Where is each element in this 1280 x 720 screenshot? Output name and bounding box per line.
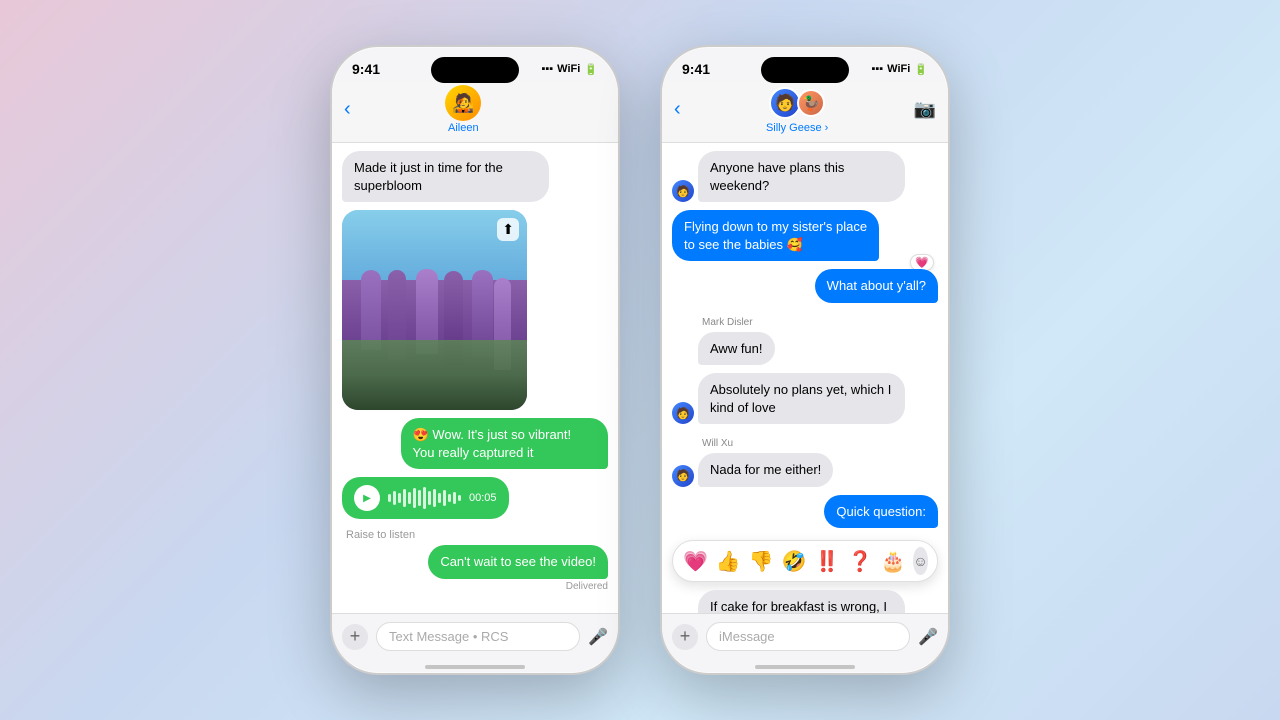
audio-duration: 00:05	[469, 492, 497, 504]
message-row-sent: 😍 Wow. It's just so vibrant! You really …	[342, 418, 608, 469]
share-photo-btn[interactable]: ⬆	[497, 218, 519, 241]
bubble-cake: If cake for breakfast is wrong, I don't …	[698, 590, 905, 613]
reaction-more-btn[interactable]: ☺	[913, 547, 927, 575]
video-call-button[interactable]: 📷	[914, 99, 936, 120]
msg-plans-row: 🧑 Anyone have plans this weekend?	[672, 151, 938, 202]
wifi-icon: WiFi	[557, 63, 580, 75]
play-button[interactable]: ▶	[354, 485, 380, 511]
reaction-haha-btn[interactable]: 🤣	[782, 549, 807, 574]
contact-avatar-1: 🧑‍🎤	[445, 85, 481, 121]
phone-1: 9:41 ▪▪▪ WiFi 🔋 ‹ 🧑‍🎤 Aileen Made it jus…	[330, 45, 620, 675]
reaction-question-btn[interactable]: ❓	[848, 549, 873, 574]
audio-row: ▶ 00:05	[342, 477, 608, 519]
contact-header-1[interactable]: 🧑‍🎤 Aileen	[445, 85, 481, 134]
msg-cake-row: 🧑 If cake for breakfast is wrong, I don'…	[672, 590, 938, 613]
reaction-heart-btn[interactable]: 💗	[683, 549, 708, 574]
battery-icon: 🔋	[584, 63, 598, 76]
msg-quick-row: Quick question:	[672, 495, 938, 529]
group-header[interactable]: 🧑 🦆 Silly Geese ›	[766, 85, 828, 134]
phone-2: 9:41 ▪▪▪ WiFi 🔋 ‹ 🧑 🦆 Silly Geese › 📷 🧑 …	[660, 45, 950, 675]
bubble-nada: Nada for me either!	[698, 453, 833, 487]
group-avatars: 🧑 🦆	[769, 85, 825, 121]
reaction-exclaim-btn[interactable]: ‼️	[815, 549, 840, 574]
plant-1	[361, 270, 381, 350]
nav-bar-2: ‹ 🧑 🦆 Silly Geese › 📷	[662, 81, 948, 143]
msg-aww-row: Aww fun!	[672, 332, 938, 366]
time-2: 9:41	[682, 61, 710, 77]
msg-flying-row: Flying down to my sister's place to see …	[672, 210, 938, 261]
msg-flying-wrapper: Flying down to my sister's place to see …	[672, 210, 938, 261]
reaction-cake-btn[interactable]: 🎂	[880, 549, 905, 574]
dynamic-island-2	[761, 57, 849, 83]
msg-nada-row: 🧑 Nada for me either!	[672, 453, 938, 487]
mic-icon-2[interactable]: 🎤	[918, 627, 938, 647]
audio-bubble[interactable]: ▶ 00:05	[342, 477, 509, 519]
message-input-1[interactable]: Text Message • RCS	[376, 622, 580, 651]
home-indicator-2	[755, 665, 855, 669]
status-icons-1: ▪▪▪ WiFi 🔋	[541, 63, 598, 76]
message-row-final: Can't wait to see the video! Delivered	[342, 545, 608, 592]
dynamic-island-1	[431, 57, 519, 83]
messages-area-2: 🧑 Anyone have plans this weekend? Flying…	[662, 143, 948, 613]
status-icons-2: ▪▪▪ WiFi 🔋	[871, 63, 928, 76]
photo-bubble[interactable]: ⬆	[342, 210, 527, 410]
wifi-icon-2: WiFi	[887, 63, 910, 75]
messages-area-1: Made it just in time for the superbloom …	[332, 143, 618, 613]
raise-to-listen-label: Raise to listen	[342, 529, 608, 541]
msg-noplans-row: 🧑 Absolutely no plans yet, which I kind …	[672, 373, 938, 424]
add-button-1[interactable]: +	[342, 624, 368, 650]
message-input-2[interactable]: iMessage	[706, 622, 910, 651]
group-avatar-2: 🦆	[797, 89, 825, 117]
sender-will-1: Will Xu	[672, 438, 938, 449]
bubble-received: Made it just in time for the superbloom	[342, 151, 549, 202]
signal-icon-2: ▪▪▪	[871, 63, 883, 75]
reaction-thumbsup-btn[interactable]: 👍	[716, 549, 741, 574]
bubble-yall: What about y'all?	[815, 269, 938, 303]
bubble-noplans: Absolutely no plans yet, which I kind of…	[698, 373, 905, 424]
battery-icon-2: 🔋	[914, 63, 928, 76]
msg-avatar-plans: 🧑	[672, 180, 694, 202]
msg-avatar-noplans: 🧑	[672, 402, 694, 424]
back-button-2[interactable]: ‹	[674, 98, 681, 121]
message-row: Made it just in time for the superbloom	[342, 151, 608, 202]
add-button-2[interactable]: +	[672, 624, 698, 650]
msg-yall-row: What about y'all?	[672, 269, 938, 303]
time-1: 9:41	[352, 61, 380, 77]
bubble-quick: Quick question:	[824, 495, 938, 529]
delivered-label: Delivered	[566, 581, 608, 592]
bubble-aww: Aww fun!	[698, 332, 775, 366]
contact-name-1: Aileen	[448, 122, 479, 134]
reaction-thumbsdown-btn[interactable]: 👎	[749, 549, 774, 574]
msg-avatar-nada: 🧑	[672, 465, 694, 487]
waveform	[388, 487, 461, 509]
bubble-flying: Flying down to my sister's place to see …	[672, 210, 879, 261]
sender-mark: Mark Disler	[672, 317, 938, 328]
bubble-plans: Anyone have plans this weekend?	[698, 151, 905, 202]
mic-icon-1[interactable]: 🎤	[588, 627, 608, 647]
reaction-toolbar: 💗 👍 👎 🤣 ‼️ ❓ 🎂 ☺	[672, 540, 938, 582]
back-button-1[interactable]: ‹	[344, 98, 351, 121]
input-bar-1: + Text Message • RCS 🎤	[332, 613, 618, 659]
nav-bar-1: ‹ 🧑‍🎤 Aileen	[332, 81, 618, 143]
bubble-sent-green: 😍 Wow. It's just so vibrant! You really …	[401, 418, 608, 469]
signal-icon: ▪▪▪	[541, 63, 553, 75]
group-name: Silly Geese ›	[766, 122, 828, 134]
bubble-cant-wait: Can't wait to see the video!	[428, 545, 608, 579]
photo-row: ⬆	[342, 210, 608, 410]
stems-bg	[342, 340, 527, 410]
input-bar-2: + iMessage 🎤	[662, 613, 948, 659]
home-indicator-1	[425, 665, 525, 669]
